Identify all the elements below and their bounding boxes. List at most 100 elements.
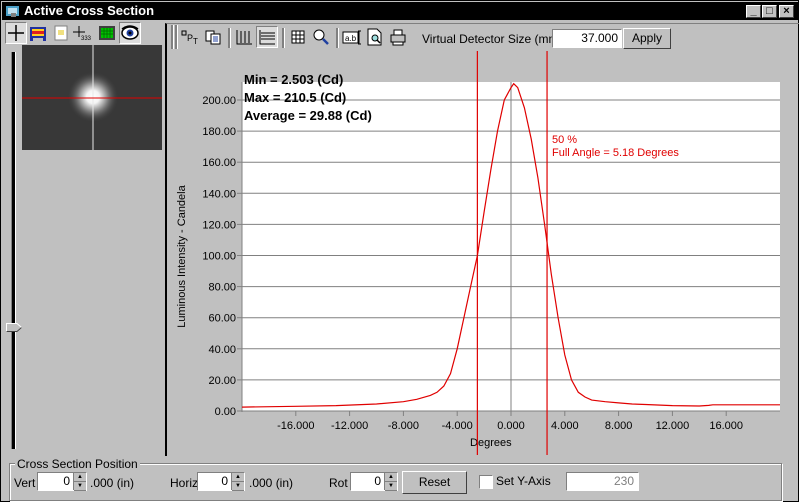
vertical-gridlines-icon	[236, 30, 252, 45]
copy-icon	[205, 30, 221, 45]
y-axis-label: Luminous Intensity - Candela	[176, 184, 188, 327]
print-button[interactable]	[387, 26, 409, 48]
apply-button[interactable]: Apply	[623, 28, 671, 49]
fwhm-percent-label: 50 %	[552, 134, 578, 146]
active-cross-section-window: Active Cross Section _ □ × 333 P T a.b V…	[0, 0, 799, 502]
vertical-gridlines-button[interactable]	[233, 26, 255, 48]
crosshair-icon	[8, 25, 24, 41]
y-tick-label: 60.00	[208, 313, 236, 325]
x-tick-label: -4.000	[442, 420, 473, 432]
rot-label: Rot	[329, 476, 348, 490]
points-label-button[interactable]: PT	[179, 26, 201, 48]
close-button[interactable]: ×	[779, 5, 794, 18]
x-tick-label: 12.000	[656, 420, 690, 432]
y-tick-label: 180.00	[202, 126, 236, 138]
print-icon	[390, 29, 406, 46]
toolbar-grip[interactable]	[171, 25, 174, 49]
table-icon	[291, 30, 305, 44]
virtual-detector-size-input[interactable]: 37.000	[552, 29, 622, 48]
title-bar[interactable]: Active Cross Section _ □ ×	[2, 2, 798, 20]
minimize-button[interactable]: _	[746, 5, 761, 18]
svg-text:T: T	[193, 37, 198, 45]
maximize-icon: □	[766, 5, 773, 17]
toolbar-separator	[336, 28, 339, 48]
image-frame-icon	[54, 25, 68, 41]
spin-up-icon[interactable]: ▲	[385, 473, 397, 482]
y-tick-label: 100.00	[202, 251, 236, 263]
max-stat: Max = 210.5 (Cd)	[244, 90, 347, 105]
crosshair-button[interactable]	[5, 22, 27, 44]
color-palette-icon	[30, 27, 46, 41]
points-label-icon: PT	[181, 30, 198, 45]
y-tick-label: 20.00	[208, 375, 236, 387]
window-title: Active Cross Section	[24, 3, 155, 18]
eye-button[interactable]	[119, 22, 141, 44]
min-stat: Min = 2.503 (Cd)	[244, 72, 344, 87]
vert-spinner-buttons[interactable]: ▲ ▼	[73, 473, 86, 491]
set-y-axis-label[interactable]: Set Y-Axis	[496, 474, 551, 488]
y-tick-label: 160.00	[202, 157, 236, 169]
text-label-icon: a.b	[342, 30, 361, 45]
beam-image-preview[interactable]	[22, 45, 162, 150]
horiz-spinner-buttons[interactable]: ▲ ▼	[231, 473, 244, 491]
svg-text:333: 333	[81, 36, 92, 41]
color-palette-button[interactable]	[27, 22, 49, 44]
vert-value: 0	[63, 474, 70, 488]
rot-spinner-buttons[interactable]: ▲ ▼	[384, 473, 397, 491]
slider-track[interactable]	[11, 52, 16, 449]
x-tick-label: 16.000	[709, 420, 743, 432]
y-axis-max-input[interactable]: 230	[566, 472, 639, 491]
horizontal-gridlines-icon	[259, 30, 275, 45]
y-tick-label: 200.00	[202, 95, 236, 107]
spin-down-icon[interactable]: ▼	[385, 482, 397, 491]
x-tick-label: 8.000	[605, 420, 633, 432]
eye-icon	[121, 25, 139, 40]
close-icon: ×	[783, 5, 790, 17]
svg-text:a.b: a.b	[345, 34, 357, 43]
green-grid-icon	[99, 26, 115, 40]
spin-up-icon[interactable]: ▲	[232, 473, 244, 482]
green-grid-button[interactable]	[96, 22, 118, 44]
y-tick-label: 120.00	[202, 219, 236, 231]
table-button[interactable]	[287, 26, 309, 48]
y-tick-label: 0.00	[215, 406, 236, 418]
x-tick-label: 0.000	[497, 420, 525, 432]
print-preview-icon	[367, 28, 382, 46]
crosshair-coordinate-button[interactable]: 333	[72, 22, 94, 44]
image-frame-button[interactable]	[50, 22, 72, 44]
x-tick-label: -8.000	[388, 420, 419, 432]
print-preview-button[interactable]	[364, 26, 386, 48]
x-tick-label: 4.000	[551, 420, 579, 432]
zoom-button[interactable]	[310, 26, 332, 48]
beam-spot-image	[22, 45, 162, 150]
toolbar-separator	[228, 28, 231, 48]
rot-value: 0	[374, 474, 381, 488]
copy-button[interactable]	[202, 26, 224, 48]
x-tick-label: -12.000	[331, 420, 368, 432]
x-tick-label: -16.000	[277, 420, 314, 432]
virtual-detector-size-label: Virtual Detector Size (mm)	[422, 32, 563, 46]
app-icon	[6, 6, 19, 17]
set-y-axis-checkbox[interactable]	[479, 475, 493, 489]
spin-down-icon[interactable]: ▼	[74, 482, 86, 491]
spin-up-icon[interactable]: ▲	[74, 473, 86, 482]
horiz-label: Horiz	[170, 476, 199, 490]
full-angle-label: Full Angle = 5.18 Degrees	[552, 147, 679, 159]
average-stat: Average = 29.88 (Cd)	[244, 108, 372, 123]
vert-spinner[interactable]: 0 ▲ ▼	[37, 472, 87, 491]
reset-button[interactable]: Reset	[402, 471, 467, 494]
cross-section-position-label: Cross Section Position	[15, 457, 140, 471]
x-axis-label: Degrees	[470, 437, 512, 449]
horizontal-gridlines-button[interactable]	[256, 26, 278, 48]
y-tick-label: 80.00	[208, 282, 236, 294]
horiz-spinner[interactable]: 0 ▲ ▼	[197, 472, 245, 491]
rot-spinner[interactable]: 0 ▲ ▼	[350, 472, 398, 491]
vert-unit: .000 (in)	[90, 476, 135, 490]
minimize-icon: _	[750, 5, 757, 17]
text-label-button[interactable]: a.b	[341, 26, 363, 48]
maximize-button[interactable]: □	[762, 5, 777, 18]
slider-thumb[interactable]	[6, 323, 22, 332]
horiz-unit: .000 (in)	[249, 476, 294, 490]
horiz-value: 0	[221, 474, 228, 488]
spin-down-icon[interactable]: ▼	[232, 482, 244, 491]
